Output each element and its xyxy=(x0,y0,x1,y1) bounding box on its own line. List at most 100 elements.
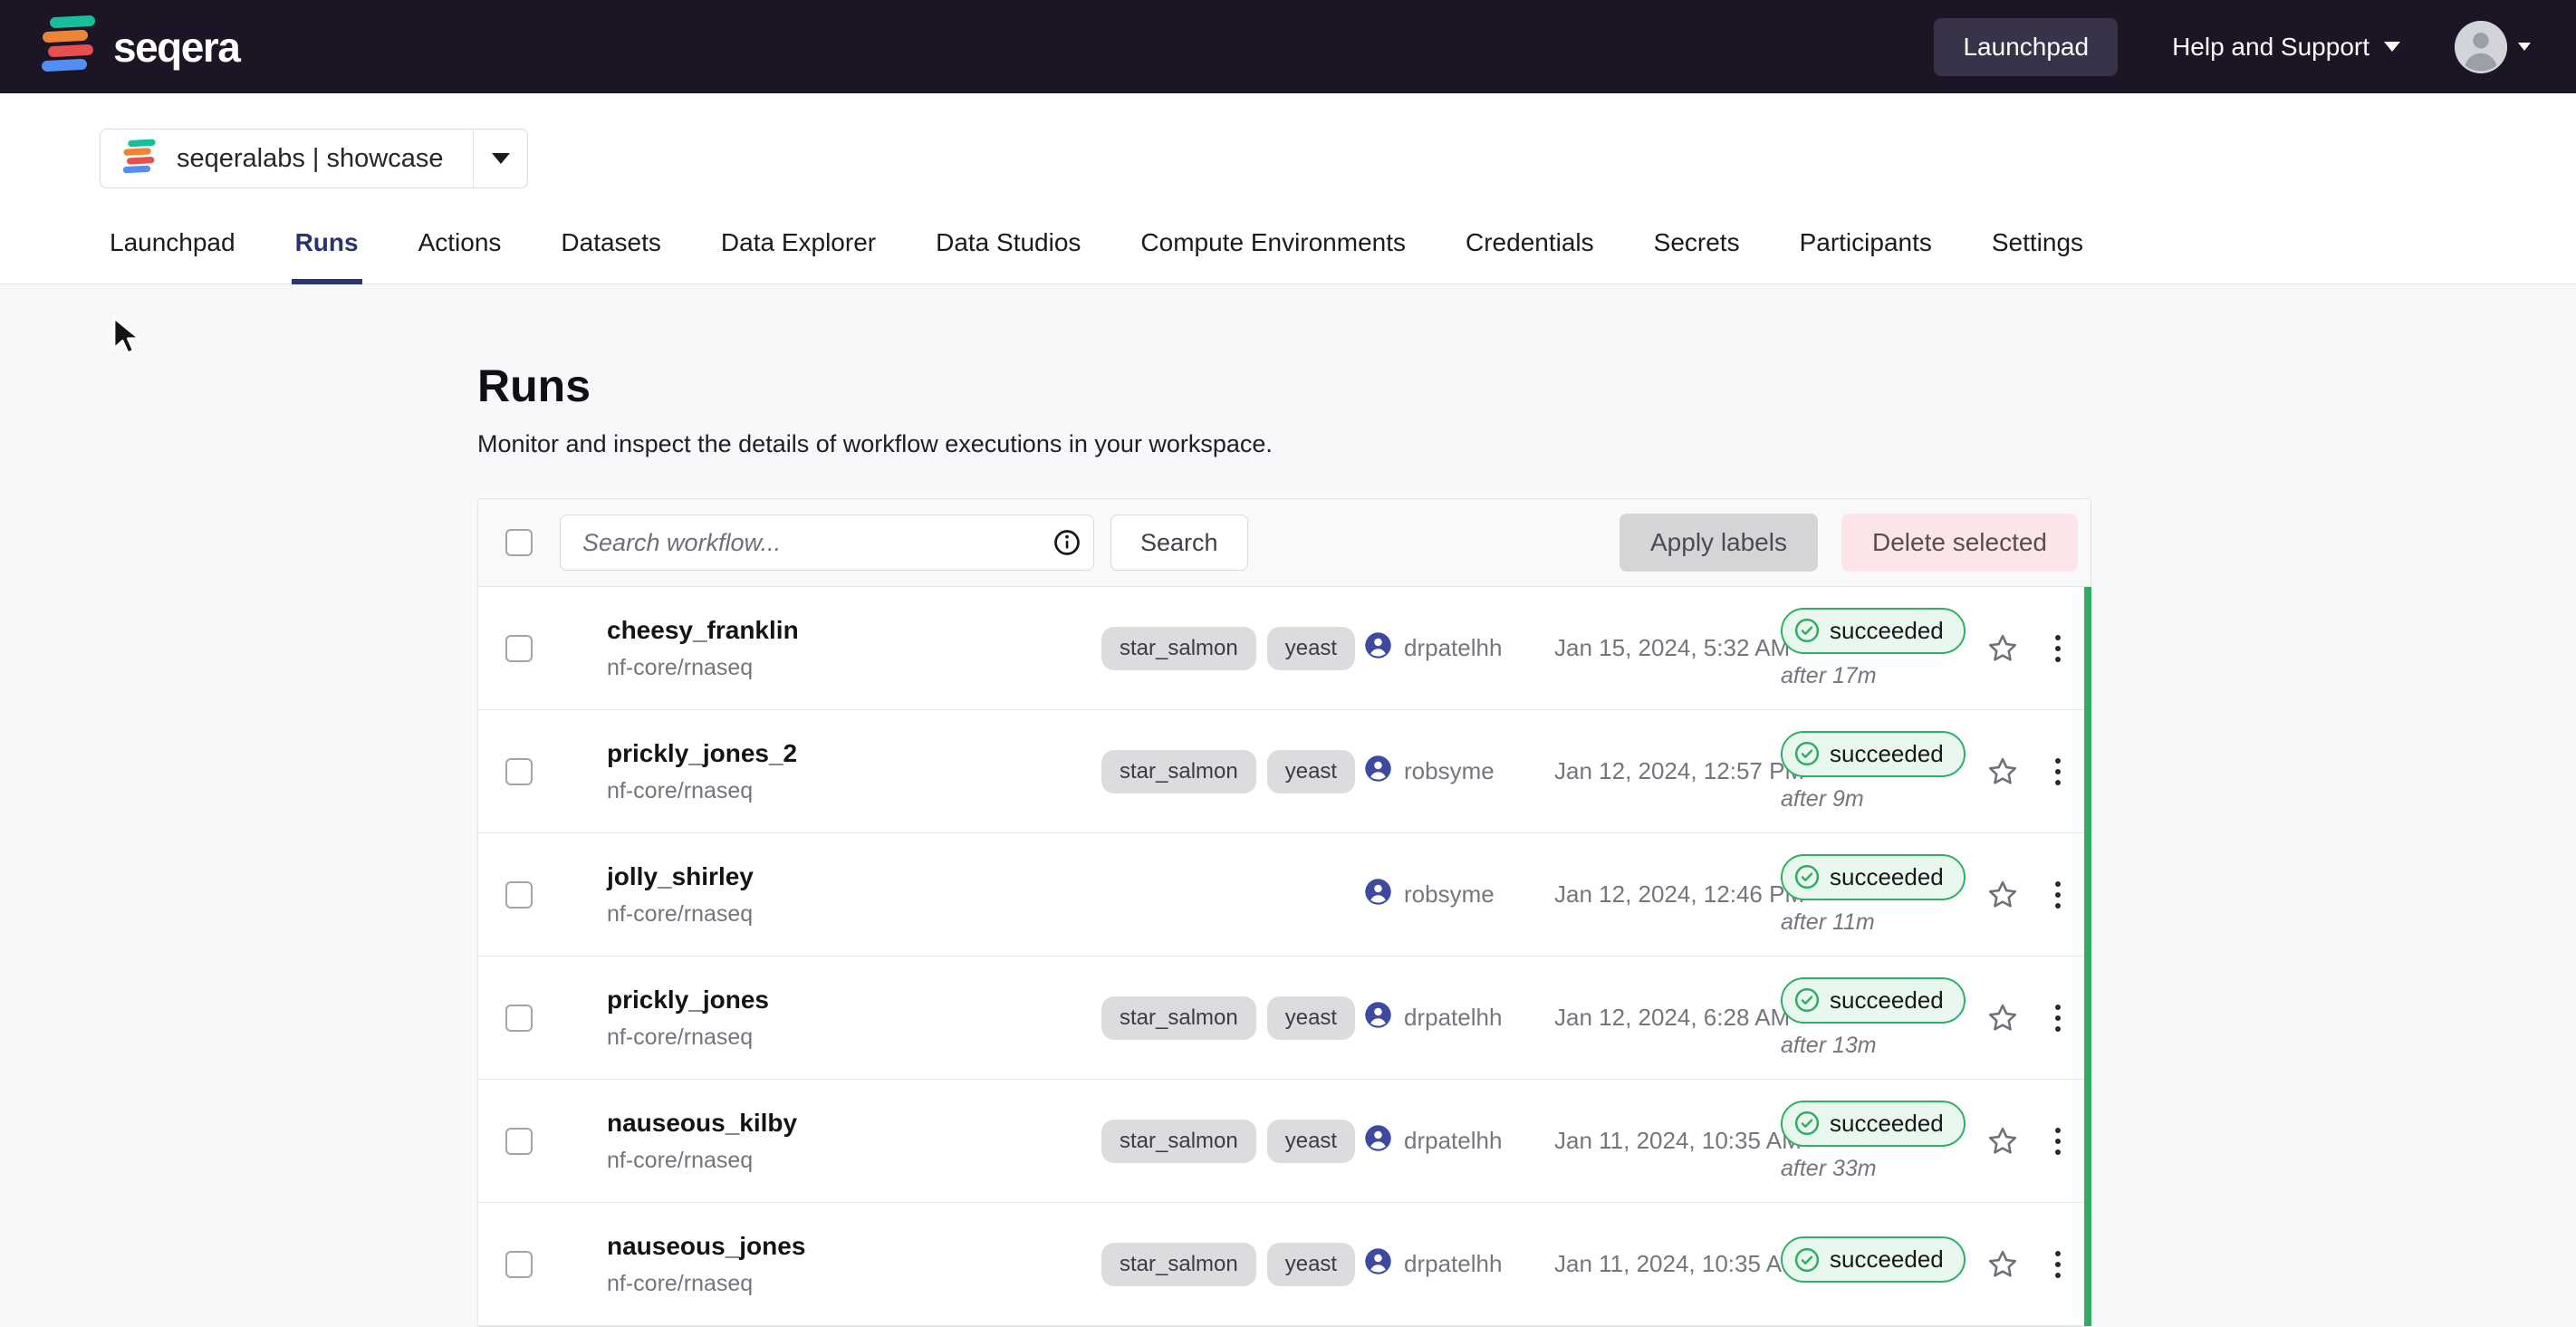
tab-label: Launchpad xyxy=(110,228,235,256)
row-menu-button[interactable] xyxy=(2052,1247,2064,1282)
run-row[interactable]: nauseous_jones nf-core/rnaseq star_salmo… xyxy=(478,1203,2091,1326)
run-name[interactable]: prickly_jones xyxy=(607,986,1101,1014)
check-circle-icon xyxy=(1793,1110,1821,1137)
star-icon xyxy=(1986,1248,2019,1281)
star-button[interactable] xyxy=(1986,755,2019,788)
user-icon xyxy=(1364,1124,1392,1159)
tab-settings[interactable]: Settings xyxy=(1988,225,2087,284)
run-name[interactable]: nauseous_jones xyxy=(607,1232,1101,1261)
run-date: Jan 11, 2024, 10:35 AM xyxy=(1554,1250,1781,1278)
main-content: Runs Monitor and inspect the details of … xyxy=(0,284,2576,1327)
select-all-checkbox[interactable] xyxy=(505,529,533,556)
tab-compute-environments[interactable]: Compute Environments xyxy=(1137,225,1409,284)
status-label: succeeded xyxy=(1830,1245,1944,1274)
label-pill: yeast xyxy=(1267,1120,1355,1163)
user-icon xyxy=(1364,755,1392,789)
star-button[interactable] xyxy=(1986,1002,2019,1034)
search-group xyxy=(560,514,1094,571)
chevron-down-icon xyxy=(2384,42,2400,52)
run-duration: after 11m xyxy=(1781,909,1980,936)
chevron-down-icon xyxy=(492,153,510,164)
run-row[interactable]: prickly_jones nf-core/rnaseq star_salmon… xyxy=(478,957,2091,1080)
user-name: drpatelhh xyxy=(1404,1004,1502,1032)
user-name: drpatelhh xyxy=(1404,1250,1502,1278)
row-menu-button[interactable] xyxy=(2052,631,2064,666)
status-label: succeeded xyxy=(1830,863,1944,891)
status-label: succeeded xyxy=(1830,986,1944,1014)
label-pill: yeast xyxy=(1267,1243,1355,1286)
row-checkbox[interactable] xyxy=(505,758,533,785)
brand[interactable]: seqera xyxy=(41,14,239,79)
run-duration: after 13m xyxy=(1781,1033,1980,1059)
run-name[interactable]: nauseous_kilby xyxy=(607,1109,1101,1138)
workspace-dropdown-toggle[interactable] xyxy=(473,130,527,188)
star-icon xyxy=(1986,1002,2019,1034)
tab-runs[interactable]: Runs xyxy=(292,225,362,284)
row-menu-button[interactable] xyxy=(2052,755,2064,789)
run-row[interactable]: prickly_jones_2 nf-core/rnaseq star_salm… xyxy=(478,710,2091,833)
search-button[interactable]: Search xyxy=(1110,514,1248,571)
user-icon xyxy=(1364,1001,1392,1035)
row-checkbox[interactable] xyxy=(505,1005,533,1032)
tab-label: Credentials xyxy=(1466,228,1594,256)
help-and-support-label: Help and Support xyxy=(2172,33,2369,62)
tab-actions[interactable]: Actions xyxy=(415,225,505,284)
star-button[interactable] xyxy=(1986,1248,2019,1281)
row-checkbox[interactable] xyxy=(505,635,533,662)
run-labels: star_salmonyeast xyxy=(1101,750,1364,793)
star-button[interactable] xyxy=(1986,1125,2019,1158)
user-icon xyxy=(1364,631,1392,666)
user-name: robsyme xyxy=(1404,880,1495,909)
tab-credentials[interactable]: Credentials xyxy=(1462,225,1598,284)
run-row[interactable]: nauseous_kilby nf-core/rnaseq star_salmo… xyxy=(478,1080,2091,1203)
status-badge: succeeded xyxy=(1781,1236,1966,1283)
runs-table-card: Search Apply labels Delete selected chee… xyxy=(477,498,2091,1327)
delete-selected-button[interactable]: Delete selected xyxy=(1841,514,2078,572)
tab-participants[interactable]: Participants xyxy=(1796,225,1936,284)
tab-label: Compute Environments xyxy=(1140,228,1406,256)
user-avatar-menu[interactable] xyxy=(2455,21,2531,73)
check-circle-icon xyxy=(1793,740,1821,767)
tab-datasets[interactable]: Datasets xyxy=(557,225,665,284)
user-name: robsyme xyxy=(1404,757,1495,785)
row-menu-button[interactable] xyxy=(2052,1001,2064,1035)
run-date: Jan 12, 2024, 12:57 PM xyxy=(1554,757,1781,785)
apply-labels-button[interactable]: Apply labels xyxy=(1620,514,1818,572)
run-row[interactable]: jolly_shirley nf-core/rnaseq robsyme xyxy=(478,833,2091,957)
label-pill: star_salmon xyxy=(1101,1243,1256,1286)
row-checkbox[interactable] xyxy=(505,1128,533,1155)
tab-label: Participants xyxy=(1800,228,1932,256)
star-icon xyxy=(1986,632,2019,665)
tab-data-studios[interactable]: Data Studios xyxy=(932,225,1084,284)
help-and-support-menu[interactable]: Help and Support xyxy=(2172,33,2400,62)
run-name[interactable]: prickly_jones_2 xyxy=(607,739,1101,768)
info-icon[interactable] xyxy=(1041,515,1093,570)
run-row[interactable]: cheesy_franklin nf-core/rnaseq star_salm… xyxy=(478,587,2091,710)
workspace-selector[interactable]: seqeralabs | showcase xyxy=(100,129,528,188)
status-label: succeeded xyxy=(1830,1110,1944,1138)
row-menu-button[interactable] xyxy=(2052,1124,2064,1159)
launchpad-button[interactable]: Launchpad xyxy=(1934,18,2118,76)
status-badge: succeeded xyxy=(1781,608,1966,654)
run-labels: star_salmon yeast xyxy=(1101,627,1364,670)
tab-label: Settings xyxy=(1992,228,2083,256)
search-input[interactable] xyxy=(561,515,1041,570)
row-checkbox[interactable] xyxy=(505,881,533,909)
label-pill: star_salmon xyxy=(1101,627,1256,670)
star-button[interactable] xyxy=(1986,879,2019,911)
run-date: Jan 12, 2024, 6:28 AM xyxy=(1554,1004,1781,1032)
run-duration: after 17m xyxy=(1781,663,1980,689)
subheader: seqeralabs | showcase Launchpad Runs Act… xyxy=(0,93,2576,284)
row-checkbox[interactable] xyxy=(505,1251,533,1278)
star-icon xyxy=(1986,1125,2019,1158)
tab-launchpad[interactable]: Launchpad xyxy=(106,225,239,284)
label-pill: yeast xyxy=(1267,627,1355,670)
kebab-icon xyxy=(2052,1247,2064,1282)
run-name[interactable]: cheesy_franklin xyxy=(607,616,1101,645)
status-badge: succeeded xyxy=(1781,731,1966,777)
row-menu-button[interactable] xyxy=(2052,878,2064,912)
star-button[interactable] xyxy=(1986,632,2019,665)
tab-data-explorer[interactable]: Data Explorer xyxy=(717,225,879,284)
tab-secrets[interactable]: Secrets xyxy=(1650,225,1744,284)
run-name[interactable]: jolly_shirley xyxy=(607,862,1101,891)
